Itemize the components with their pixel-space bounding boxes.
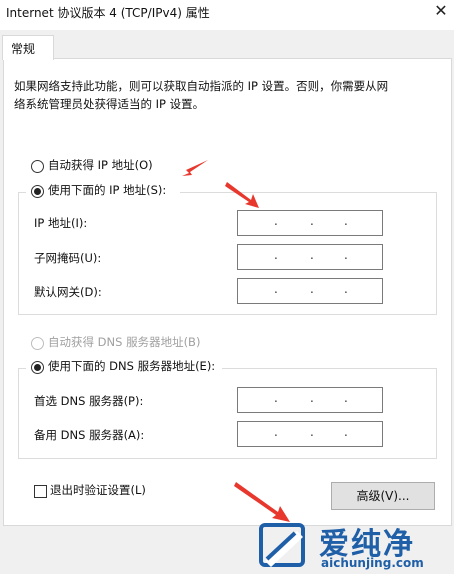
default-gateway-input[interactable]: ... <box>237 278 383 304</box>
description-line-2: 络系统管理员处获得适当的 IP 设置。 <box>14 97 205 111</box>
watermark-url: aichunjing.com <box>321 556 424 570</box>
pdns-dot-3: . <box>344 391 348 405</box>
adns-dot-3: . <box>344 425 348 439</box>
pdns-dot-1: . <box>274 391 278 405</box>
auto-ip-radio[interactable] <box>31 160 44 173</box>
subnet-dot-3: . <box>344 248 348 262</box>
pdns-dot-2: . <box>310 391 314 405</box>
validate-on-exit-label[interactable]: 退出时验证设置(L) <box>50 482 146 498</box>
ip-dot-3: . <box>344 214 348 228</box>
subnet-dot-1: . <box>274 248 278 262</box>
tab-general-label: 常规 <box>11 42 36 56</box>
gateway-dot-3: . <box>344 282 348 296</box>
auto-ip-label[interactable]: 自动获得 IP 地址(O) <box>48 157 153 173</box>
ip-dot-1: . <box>274 214 278 228</box>
window-title: Internet 协议版本 4 (TCP/IPv4) 属性 <box>6 6 210 20</box>
watermark-emblem-icon <box>259 523 305 567</box>
description-line-1: 如果网络支持此功能，则可以获取自动指派的 IP 设置。否则，你需要从网 <box>14 79 389 93</box>
validate-on-exit-checkbox[interactable] <box>34 485 47 498</box>
default-gateway-label: 默认网关(D): <box>34 285 102 299</box>
manual-ip-label[interactable]: 使用下面的 IP 地址(S): <box>48 182 166 198</box>
alternate-dns-input[interactable]: ... <box>237 421 383 447</box>
annotation-arrow-2 <box>225 182 259 208</box>
manual-ip-radio-dot <box>34 188 41 195</box>
manual-dns-radio-dot <box>34 364 41 371</box>
gateway-dot-1: . <box>274 282 278 296</box>
manual-dns-radio[interactable] <box>31 361 44 374</box>
ip-address-label: IP 地址(I): <box>34 216 88 230</box>
title-bar: Internet 协议版本 4 (TCP/IPv4) 属性 ✕ <box>0 0 454 30</box>
annotation-arrow-1 <box>182 160 208 176</box>
adns-dot-1: . <box>274 425 278 439</box>
alternate-dns-label: 备用 DNS 服务器(A): <box>34 428 145 442</box>
advanced-button[interactable]: 高级(V)... <box>331 482 435 510</box>
preferred-dns-label: 首选 DNS 服务器(P): <box>34 394 144 408</box>
adns-dot-2: . <box>310 425 314 439</box>
general-panel: 如果网络支持此功能，则可以获取自动指派的 IP 设置。否则，你需要从网 络系统管… <box>3 58 452 526</box>
ip-dot-2: . <box>310 214 314 228</box>
subnet-dot-2: . <box>310 248 314 262</box>
ip-address-input[interactable]: ... <box>237 210 383 236</box>
close-icon[interactable]: ✕ <box>431 0 451 22</box>
auto-dns-radio[interactable] <box>31 337 44 350</box>
manual-dns-label[interactable]: 使用下面的 DNS 服务器地址(E): <box>48 358 215 374</box>
preferred-dns-input[interactable]: ... <box>237 387 383 413</box>
gateway-dot-2: . <box>310 282 314 296</box>
subnet-mask-label: 子网掩码(U): <box>34 251 102 265</box>
manual-ip-radio[interactable] <box>31 185 44 198</box>
subnet-mask-input[interactable]: ... <box>237 244 383 270</box>
tab-general[interactable]: 常规 <box>2 35 54 60</box>
watermark-logo: 爱纯净 aichunjing.com <box>257 517 454 574</box>
auto-dns-label[interactable]: 自动获得 DNS 服务器地址(B) <box>48 334 200 350</box>
